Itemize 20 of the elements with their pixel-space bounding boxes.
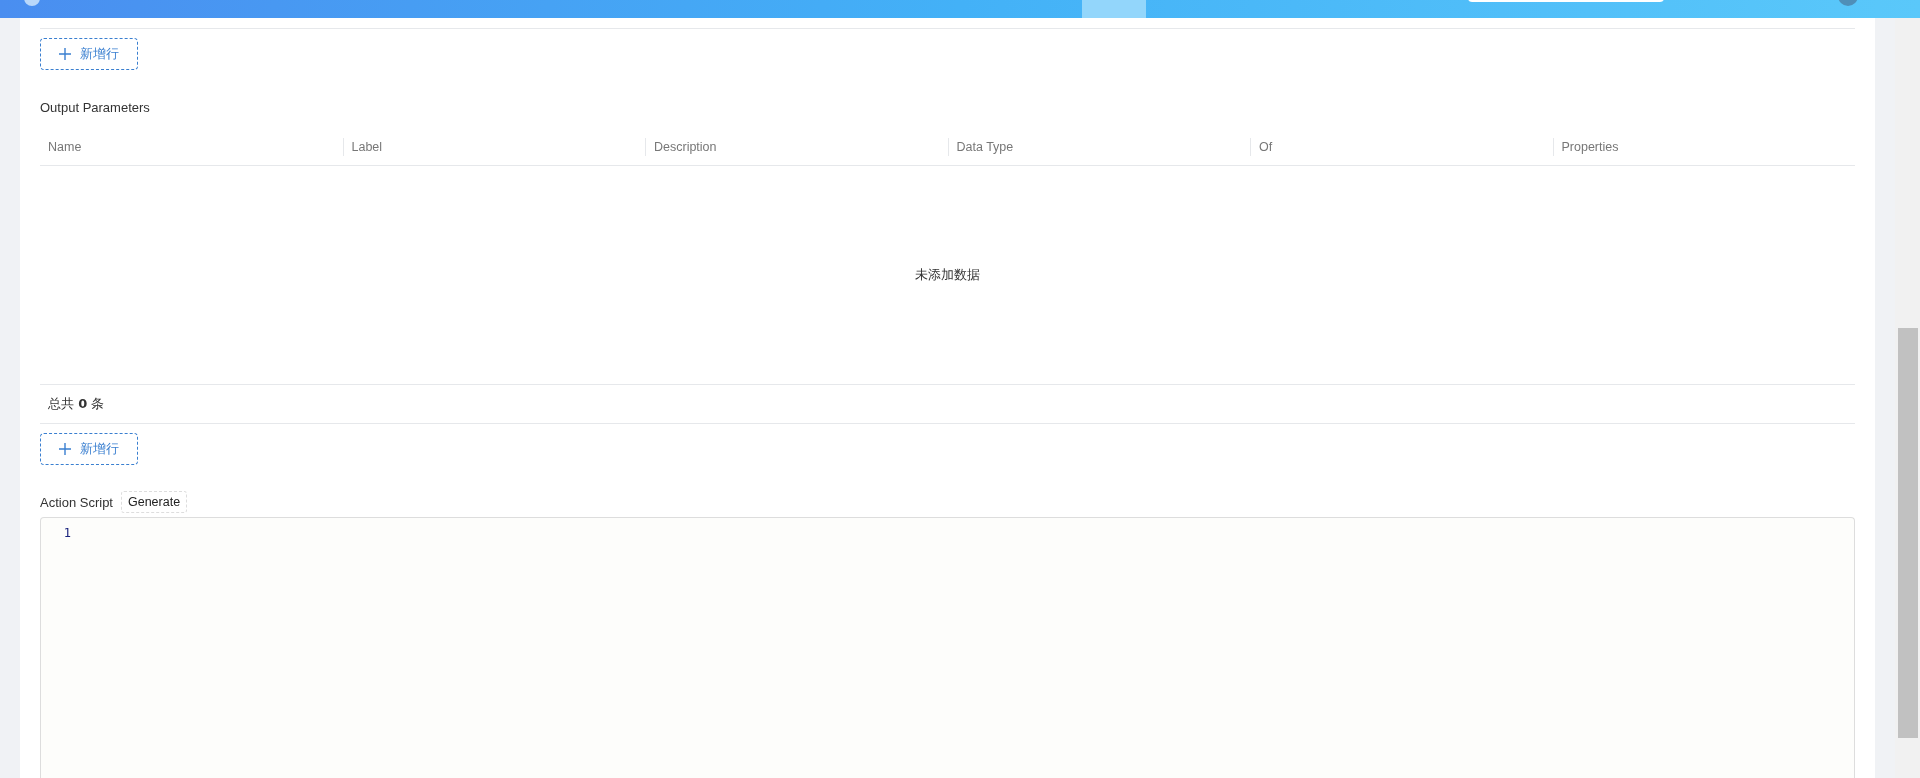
section-title: Output Parameters xyxy=(40,100,151,115)
column-header: Name xyxy=(47,139,83,156)
generate-button[interactable]: Generate xyxy=(121,491,188,513)
line-number: 1 xyxy=(62,526,71,540)
column-header: Of xyxy=(1250,138,1553,156)
scrollbar-thumb[interactable] xyxy=(1898,328,1918,738)
code-editor[interactable]: 1 xyxy=(40,517,1855,778)
total-count: 总共 0 条 xyxy=(48,395,105,413)
column-header: Data Type xyxy=(947,138,1250,156)
empty-message: 未添加数据 xyxy=(915,266,980,284)
plus-icon xyxy=(59,48,71,60)
section-title: Action Script xyxy=(40,494,113,510)
add-row-button[interactable]: 新增行 xyxy=(40,38,138,70)
add-row-button[interactable]: 新增行 xyxy=(40,433,138,465)
scrollbar[interactable] xyxy=(1895,18,1920,778)
plus-icon xyxy=(59,443,71,455)
column-header: Description xyxy=(645,138,948,156)
nav-tab[interactable] xyxy=(1082,0,1146,18)
column-header: Properties xyxy=(1552,138,1855,156)
column-header: Label xyxy=(342,138,645,156)
